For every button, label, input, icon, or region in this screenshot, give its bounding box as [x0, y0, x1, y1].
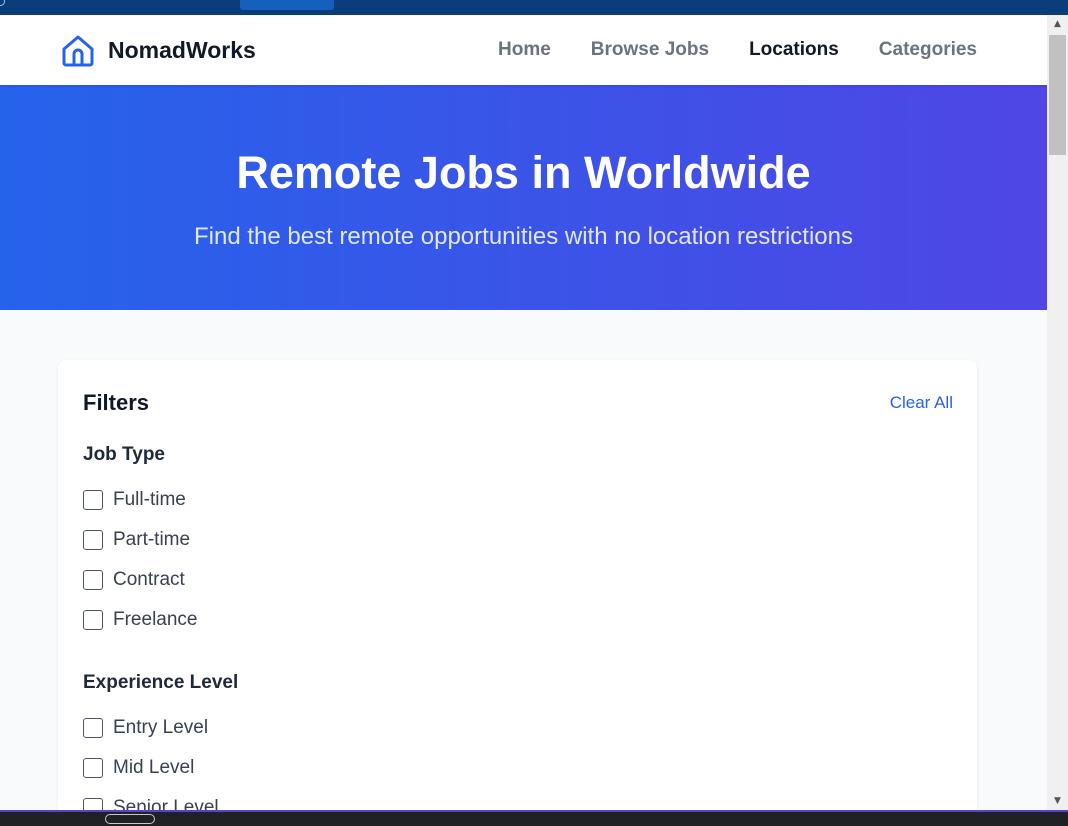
scroll-up-icon[interactable]: ▲	[1047, 15, 1068, 33]
nav-link-categories[interactable]: Categories	[879, 39, 977, 61]
home-icon	[62, 35, 94, 67]
option-label: Senior Level	[113, 797, 219, 810]
hero-banner: Remote Jobs in Worldwide Find the best r…	[0, 85, 1047, 310]
circle-icon	[0, 0, 5, 6]
option-label: Part-time	[113, 529, 191, 550]
filter-option-part-time[interactable]: Part-time	[83, 520, 953, 560]
filter-option-mid-level[interactable]: Mid Level	[83, 748, 953, 788]
filter-group-title-experience: Experience Level	[83, 672, 239, 693]
hero-title: Remote Jobs in Worldwide	[236, 147, 811, 198]
scrollbar-thumb[interactable]	[1049, 35, 1066, 155]
nav-link-browse-jobs[interactable]: Browse Jobs	[591, 39, 709, 61]
navbar: NomadWorks Home Browse Jobs Locations Ca…	[0, 15, 1047, 85]
filters-header: Filters Clear All	[83, 390, 953, 416]
filters-panel: Filters Clear All Job Type Full-time Par…	[58, 360, 977, 810]
page-viewport: NomadWorks Home Browse Jobs Locations Ca…	[0, 15, 1047, 810]
checkbox[interactable]	[83, 610, 103, 630]
filter-option-entry-level[interactable]: Entry Level	[83, 708, 953, 748]
brand-name: NomadWorks	[108, 36, 256, 63]
filters-title: Filters	[83, 390, 150, 415]
vertical-scrollbar[interactable]: ▲ ▼	[1047, 15, 1068, 810]
nav-links: Home Browse Jobs Locations Categories	[498, 39, 977, 61]
checkbox[interactable]	[83, 718, 103, 738]
browser-tab[interactable]	[240, 0, 334, 10]
checkbox[interactable]	[83, 570, 103, 590]
os-top-bar	[0, 0, 1068, 15]
taskbar-pill[interactable]	[105, 814, 155, 824]
filter-group-title-job-type: Job Type	[83, 444, 165, 465]
filter-option-contract[interactable]: Contract	[83, 560, 953, 600]
option-label: Mid Level	[113, 757, 195, 778]
nav-link-home[interactable]: Home	[498, 39, 551, 61]
taskbar	[0, 810, 1068, 826]
nav-link-locations[interactable]: Locations	[749, 39, 839, 61]
option-label: Freelance	[113, 609, 198, 630]
hero-subtitle: Find the best remote opportunities with …	[193, 223, 853, 250]
filter-option-freelance[interactable]: Freelance	[83, 600, 953, 640]
brand[interactable]: NomadWorks	[60, 32, 256, 68]
filter-option-full-time[interactable]: Full-time	[83, 480, 953, 520]
checkbox[interactable]	[83, 530, 103, 550]
filter-option-senior-level[interactable]: Senior Level	[83, 788, 953, 810]
checkbox[interactable]	[83, 490, 103, 510]
scroll-down-icon[interactable]: ▼	[1047, 792, 1068, 810]
option-label: Contract	[113, 569, 185, 590]
checkbox[interactable]	[83, 798, 103, 810]
clear-all-button[interactable]: Clear All	[890, 393, 953, 413]
checkbox[interactable]	[83, 758, 103, 778]
option-label: Entry Level	[113, 717, 209, 738]
option-label: Full-time	[113, 489, 186, 510]
